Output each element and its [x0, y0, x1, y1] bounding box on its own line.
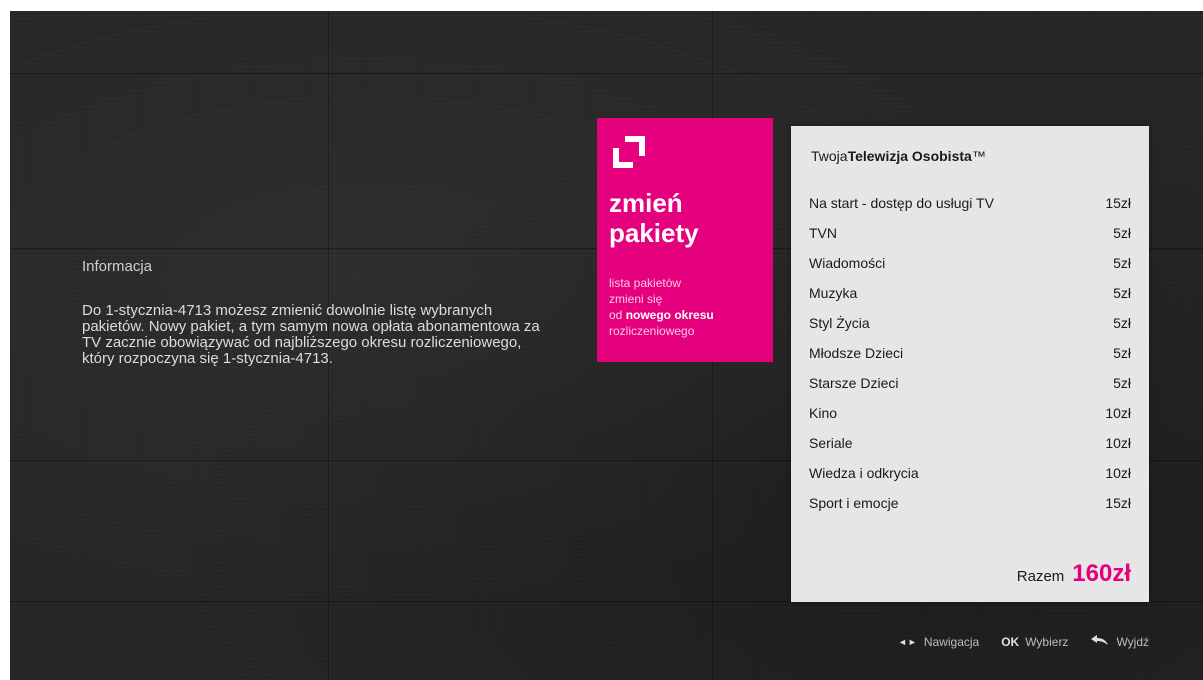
tile-desc-prefix: od: [609, 308, 626, 322]
package-list: Na start - dostęp do usługi TV 15zł TVN 5zł…: [809, 188, 1131, 518]
hint-back-label: Wyjdź: [1116, 634, 1149, 649]
tile-desc-line: rozliczeniowego: [609, 324, 695, 338]
package-row: Kino 10zł: [809, 398, 1131, 428]
package-row: Muzyka 5zł: [809, 278, 1131, 308]
tile-title-line: zmień: [609, 188, 683, 218]
hint-back: Wyjdź: [1090, 634, 1149, 649]
package-price: 10zł: [1105, 465, 1131, 481]
package-row: Wiedza i odkrycia 10zł: [809, 458, 1131, 488]
package-price: 5zł: [1113, 285, 1131, 301]
package-name: TVN: [809, 225, 837, 241]
total-value: 160zł: [1072, 560, 1131, 587]
package-row: Styl Życia 5zł: [809, 308, 1131, 338]
wall-seam: [10, 73, 1203, 74]
package-row: Seriale 10zł: [809, 428, 1131, 458]
package-name: Styl Życia: [809, 315, 870, 331]
info-body: Do 1-stycznia-4713 możesz zmienić dowoln…: [82, 302, 540, 367]
tile-description: lista pakietów zmieni się od nowego okre…: [609, 275, 769, 339]
package-price: 5zł: [1113, 225, 1131, 241]
tile-title-line: pakiety: [609, 218, 699, 248]
info-section: Informacja Do 1-stycznia-4713 możesz zmi…: [82, 258, 552, 367]
hint-navigation: ◄► Nawigacja: [898, 635, 979, 649]
package-row: Na start - dostęp do usługi TV 15zł: [809, 188, 1131, 218]
package-price: 5zł: [1113, 315, 1131, 331]
package-price: 10zł: [1105, 405, 1131, 421]
package-price: 15zł: [1105, 195, 1131, 211]
ok-key-label: OK: [1001, 634, 1020, 649]
back-arrow-icon: [1090, 634, 1110, 649]
hint-ok: OK Wybierz: [1001, 635, 1068, 649]
tile-desc-line: lista pakietów: [609, 276, 682, 290]
nav-arrows-icon: ◄►: [898, 636, 918, 647]
package-name: Na start - dostęp do usługi TV: [809, 195, 994, 211]
package-price: 5zł: [1113, 375, 1131, 391]
package-name: Młodsze Dzieci: [809, 345, 904, 361]
package-name: Starsze Dzieci: [809, 375, 899, 391]
package-row: Młodsze Dzieci 5zł: [809, 338, 1131, 368]
package-price: 5zł: [1113, 345, 1131, 361]
tile-desc-line: zmieni się: [609, 292, 663, 306]
package-price: 15zł: [1105, 495, 1131, 511]
package-row: Sport i emocje 15zł: [809, 488, 1131, 518]
corner-arrows-icon: [611, 134, 647, 170]
tile-desc-line: od nowego okresu: [609, 307, 769, 323]
package-price: 5zł: [1113, 255, 1131, 271]
total-row: Razem 160zł: [1017, 560, 1131, 588]
total-label: Razem: [1016, 568, 1065, 585]
package-name: Wiedza i odkrycia: [809, 465, 919, 481]
package-name: Seriale: [809, 435, 853, 451]
info-title: Informacja: [82, 258, 153, 275]
change-packages-tile[interactable]: zmień pakiety lista pakietów zmieni się …: [597, 118, 773, 362]
price-list-panel: TwojaTelewizja Osobista™ Na start - dost…: [791, 126, 1149, 602]
package-name: Muzyka: [809, 285, 858, 301]
package-name: Sport i emocje: [809, 495, 899, 511]
panel-header-brand: Telewizja Osobista: [847, 148, 972, 164]
package-name: Wiadomości: [809, 255, 886, 271]
tile-title: zmień pakiety: [609, 188, 769, 248]
remote-hints: ◄► Nawigacja OK Wybierz Wyjdź: [898, 634, 1149, 649]
hint-ok-label: Wybierz: [1025, 634, 1069, 649]
package-name: Kino: [809, 405, 838, 421]
package-row: Starsze Dzieci 5zł: [809, 368, 1131, 398]
package-row: TVN 5zł: [809, 218, 1131, 248]
trademark-mark: ™: [971, 148, 986, 164]
package-price: 10zł: [1105, 435, 1131, 451]
panel-header: TwojaTelewizja Osobista™: [811, 148, 986, 164]
tile-desc-bold: nowego okresu: [625, 308, 714, 322]
panel-header-prefix: Twoja: [811, 148, 848, 164]
hint-navigation-label: Nawigacja: [923, 634, 980, 649]
package-row: Wiadomości 5zł: [809, 248, 1131, 278]
